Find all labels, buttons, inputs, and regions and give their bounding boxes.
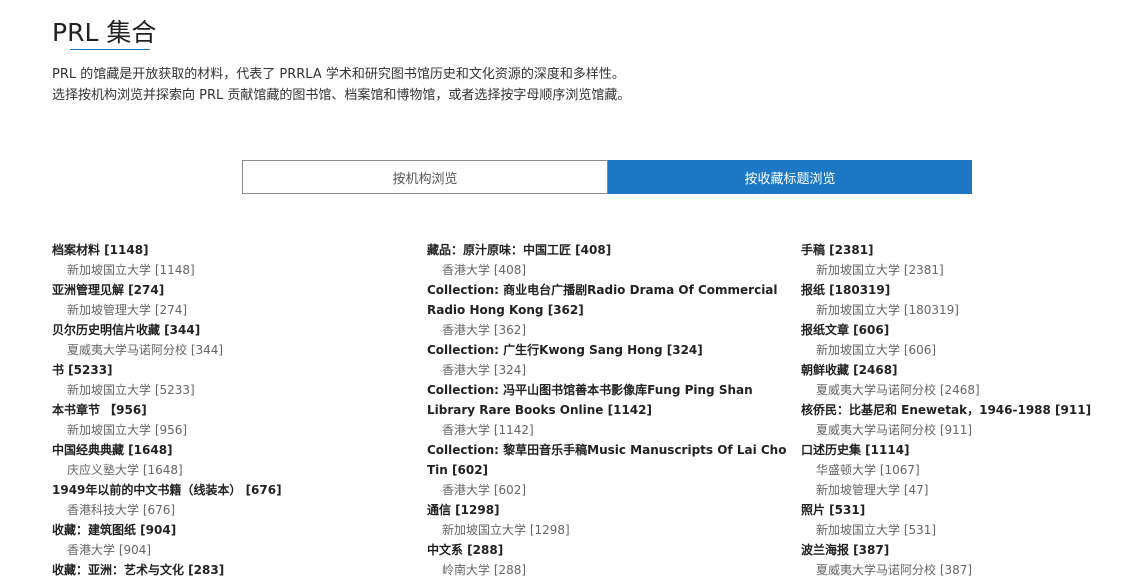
institution-link[interactable]: 新加坡国立大学 [2381] xyxy=(801,260,1146,280)
collection-link[interactable]: 报纸文章 [606] xyxy=(801,320,1146,340)
intro-line-2: 选择按机构浏览并探索向 PRL 贡献馆藏的图书馆、档案馆和博物馆，或者选择按字母… xyxy=(52,88,631,103)
institution-link[interactable]: 岭南大学 [288] xyxy=(427,560,789,580)
prl-collections-page: PRL 集合 PRL 的馆藏是开放获取的材料，代表了 PRRLA 学术和研究图书… xyxy=(0,0,1146,577)
collection-link[interactable]: 朝鲜收藏 [2468] xyxy=(801,360,1146,380)
collection-column-1: 档案材料 [1148] 新加坡国立大学 [1148] 亚洲管理见解 [274] 新加坡… xyxy=(52,240,412,580)
institution-link[interactable]: 香港大学 [324] xyxy=(427,360,789,380)
collection-link[interactable]: 波兰海报 [387] xyxy=(801,540,1146,560)
institution-link[interactable]: 香港大学 [408] xyxy=(427,260,789,280)
institution-link[interactable]: 香港大学 [1142] xyxy=(427,420,789,440)
institution-link[interactable]: 夏威夷大学马诺阿分校 [387] xyxy=(801,560,1146,580)
collection-link[interactable]: 藏品：原汁原味：中国工匠 [408] xyxy=(427,240,789,260)
institution-link[interactable]: 新加坡国立大学 [5233] xyxy=(52,380,412,400)
institution-link[interactable]: 新加坡国立大学 [1148] xyxy=(52,260,412,280)
collection-link[interactable]: 报纸 [180319] xyxy=(801,280,1146,300)
collection-link[interactable]: Collection: 商业电台广播剧Radio Drama Of Commer… xyxy=(427,280,789,320)
collection-link[interactable]: Collection: 广生行Kwong Sang Hong [324] xyxy=(427,340,789,360)
collection-item: 通信 [1298] 新加坡国立大学 [1298] xyxy=(427,500,789,540)
collection-link[interactable]: 贝尔历史明信片收藏 [344] xyxy=(52,320,412,340)
collection-item: 中国经典典藏 [1648] 庆应义塾大学 [1648] xyxy=(52,440,412,480)
collection-item: Collection: 冯平山图书馆善本书影像库Fung Ping Shan L… xyxy=(427,380,789,440)
institution-link[interactable]: 新加坡国立大学 [531] xyxy=(801,520,1146,540)
institution-link[interactable]: 夏威夷大学马诺阿分校 [911] xyxy=(801,420,1146,440)
collection-link[interactable]: 口述历史集 [1114] xyxy=(801,440,1146,460)
institution-link[interactable]: 新加坡国立大学 [956] xyxy=(52,420,412,440)
collection-item: 1949年以前的中文书籍（线装本） [676] 香港科技大学 [676] xyxy=(52,480,412,520)
collection-link[interactable]: Collection: 黎草田音乐手稿Music Manuscripts Of … xyxy=(427,440,789,480)
collection-column-2: 藏品：原汁原味：中国工匠 [408] 香港大学 [408] Collection: … xyxy=(427,240,789,580)
collection-link[interactable]: 收藏：建筑图纸 [904] xyxy=(52,520,412,540)
collection-item: Collection: 黎草田音乐手稿Music Manuscripts Of … xyxy=(427,440,789,500)
collection-item: 手稿 [2381] 新加坡国立大学 [2381] xyxy=(801,240,1146,280)
page-title: PRL 集合 xyxy=(52,18,157,47)
collection-item: 藏品：原汁原味：中国工匠 [408] 香港大学 [408] xyxy=(427,240,789,280)
institution-link[interactable]: 香港大学 [904] xyxy=(52,540,412,560)
collection-link[interactable]: 手稿 [2381] xyxy=(801,240,1146,260)
institution-link[interactable]: 庆应义塾大学 [1648] xyxy=(52,460,412,480)
institution-link[interactable]: 新加坡国立大学 [180319] xyxy=(801,300,1146,320)
collection-link[interactable]: 收藏：亚洲：艺术与文化 [283] xyxy=(52,560,412,580)
collection-link[interactable]: 中文系 [288] xyxy=(427,540,789,560)
collection-link[interactable]: 通信 [1298] xyxy=(427,500,789,520)
collection-item: 亚洲管理见解 [274] 新加坡管理大学 [274] xyxy=(52,280,412,320)
collection-item: 波兰海报 [387] 夏威夷大学马诺阿分校 [387] xyxy=(801,540,1146,580)
institution-link[interactable]: 新加坡管理大学 [47] xyxy=(801,480,1146,500)
collection-item: 核侨民：比基尼和 Enewetak，1946-1988 [911] 夏威夷大学马诺… xyxy=(801,400,1146,440)
institution-link[interactable]: 香港大学 [602] xyxy=(427,480,789,500)
collection-link[interactable]: 书 [5233] xyxy=(52,360,412,380)
collection-link[interactable]: 亚洲管理见解 [274] xyxy=(52,280,412,300)
collection-link[interactable]: 档案材料 [1148] xyxy=(52,240,412,260)
collection-link[interactable]: 照片 [531] xyxy=(801,500,1146,520)
collection-item: 朝鲜收藏 [2468] 夏威夷大学马诺阿分校 [2468] xyxy=(801,360,1146,400)
collection-item: 照片 [531] 新加坡国立大学 [531] xyxy=(801,500,1146,540)
collection-item: 贝尔历史明信片收藏 [344] 夏威夷大学马诺阿分校 [344] xyxy=(52,320,412,360)
collection-item: 本书章节 【956] 新加坡国立大学 [956] xyxy=(52,400,412,440)
tab-browse-by-collection[interactable]: 按收藏标题浏览 xyxy=(608,160,972,194)
collection-item: 书 [5233] 新加坡国立大学 [5233] xyxy=(52,360,412,400)
institution-link[interactable]: 新加坡国立大学 [606] xyxy=(801,340,1146,360)
collection-item: 口述历史集 [1114] 华盛顿大学 [1067] 新加坡管理大学 [47] xyxy=(801,440,1146,500)
institution-link[interactable]: 夏威夷大学马诺阿分校 [344] xyxy=(52,340,412,360)
collection-item: 收藏：建筑图纸 [904] 香港大学 [904] xyxy=(52,520,412,560)
institution-link[interactable]: 香港大学 [362] xyxy=(427,320,789,340)
collection-item: 中文系 [288] 岭南大学 [288] xyxy=(427,540,789,580)
title-underline xyxy=(70,49,150,50)
collection-link[interactable]: 中国经典典藏 [1648] xyxy=(52,440,412,460)
intro-line-1: PRL 的馆藏是开放获取的材料，代表了 PRRLA 学术和研究图书馆历史和文化资… xyxy=(52,67,625,82)
collection-link[interactable]: 1949年以前的中文书籍（线装本） [676] xyxy=(52,480,412,500)
collection-link[interactable]: 本书章节 【956] xyxy=(52,400,412,420)
collection-column-3: 手稿 [2381] 新加坡国立大学 [2381] 报纸 [180319] 新加坡国立大… xyxy=(801,240,1146,580)
collection-item: 报纸 [180319] 新加坡国立大学 [180319] xyxy=(801,280,1146,320)
tab-browse-by-institution[interactable]: 按机构浏览 xyxy=(242,160,608,194)
institution-link[interactable]: 华盛顿大学 [1067] xyxy=(801,460,1146,480)
collection-item: 报纸文章 [606] 新加坡国立大学 [606] xyxy=(801,320,1146,360)
institution-link[interactable]: 新加坡管理大学 [274] xyxy=(52,300,412,320)
institution-link[interactable]: 夏威夷大学马诺阿分校 [2468] xyxy=(801,380,1146,400)
browse-tabs: 按机构浏览 按收藏标题浏览 xyxy=(242,160,972,194)
collection-item: 档案材料 [1148] 新加坡国立大学 [1148] xyxy=(52,240,412,280)
institution-link[interactable]: 香港科技大学 [676] xyxy=(52,500,412,520)
collection-item: 收藏：亚洲：艺术与文化 [283] xyxy=(52,560,412,580)
collection-link[interactable]: 核侨民：比基尼和 Enewetak，1946-1988 [911] xyxy=(801,400,1146,420)
collection-link[interactable]: Collection: 冯平山图书馆善本书影像库Fung Ping Shan L… xyxy=(427,380,789,420)
institution-link[interactable]: 新加坡国立大学 [1298] xyxy=(427,520,789,540)
collection-item: Collection: 广生行Kwong Sang Hong [324] 香港大学… xyxy=(427,340,789,380)
intro-text: PRL 的馆藏是开放获取的材料，代表了 PRRLA 学术和研究图书馆历史和文化资… xyxy=(52,64,630,106)
collection-item: Collection: 商业电台广播剧Radio Drama Of Commer… xyxy=(427,280,789,340)
